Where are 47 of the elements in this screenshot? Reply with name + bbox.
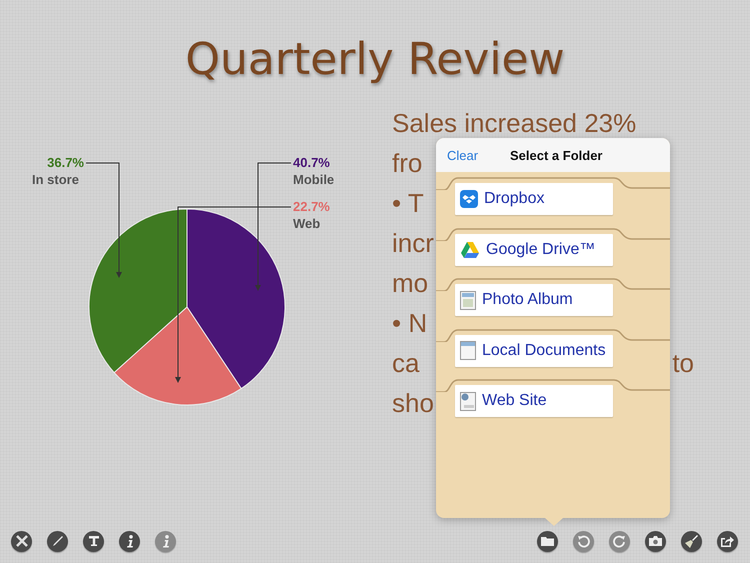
body-text: sho	[392, 387, 434, 420]
body-text: fro	[392, 147, 422, 180]
drive-icon	[460, 240, 480, 258]
share-button[interactable]	[717, 530, 738, 552]
category-label: Mobile	[293, 172, 334, 187]
document-icon	[460, 341, 476, 360]
tools-button[interactable]	[11, 530, 32, 552]
web-page-icon	[460, 392, 476, 410]
category-label: Web	[293, 216, 320, 231]
brush-button[interactable]	[681, 530, 702, 552]
text-icon	[88, 535, 100, 547]
clear-button[interactable]: Clear	[436, 148, 478, 162]
camera-icon	[649, 536, 662, 546]
folder-item[interactable]: Web Site	[455, 385, 613, 417]
popover-title: Select a Folder	[510, 148, 602, 162]
folder-button[interactable]	[537, 530, 558, 552]
undo-icon	[577, 534, 590, 548]
brush-icon	[685, 534, 698, 548]
body-text: • N	[392, 307, 428, 340]
folder-item[interactable]: Google Drive™	[455, 234, 613, 266]
value-label: 22.7%	[293, 199, 330, 214]
pen-icon	[52, 535, 64, 547]
folder-item[interactable]: Local Documents	[455, 334, 613, 366]
body-text: mo	[392, 267, 428, 300]
body-text: to	[672, 347, 694, 380]
folder-icon	[541, 536, 554, 546]
dropbox-icon	[460, 190, 478, 208]
value-label: 40.7%	[293, 155, 330, 170]
camera-button[interactable]	[645, 530, 666, 552]
share-icon	[721, 535, 734, 547]
folder-item[interactable]: Dropbox	[455, 183, 613, 215]
text-button[interactable]	[83, 530, 104, 552]
value-label: 36.7%	[47, 155, 84, 170]
info-icon	[126, 534, 134, 548]
info-button[interactable]	[119, 530, 140, 552]
folder-item[interactable]: Photo Album	[455, 284, 613, 316]
pen-button[interactable]	[47, 530, 68, 552]
photo-album-icon	[460, 290, 476, 310]
body-text: • T	[392, 187, 424, 220]
body-text: Sales increased 23%	[392, 107, 636, 140]
category-label: In store	[32, 172, 79, 187]
redo-icon	[613, 534, 626, 548]
body-text: incr	[392, 227, 434, 260]
tools-icon	[16, 535, 28, 547]
slide-title: Quarterly Review	[184, 34, 566, 86]
info-icon	[162, 534, 170, 548]
body-text: ca	[392, 347, 420, 380]
